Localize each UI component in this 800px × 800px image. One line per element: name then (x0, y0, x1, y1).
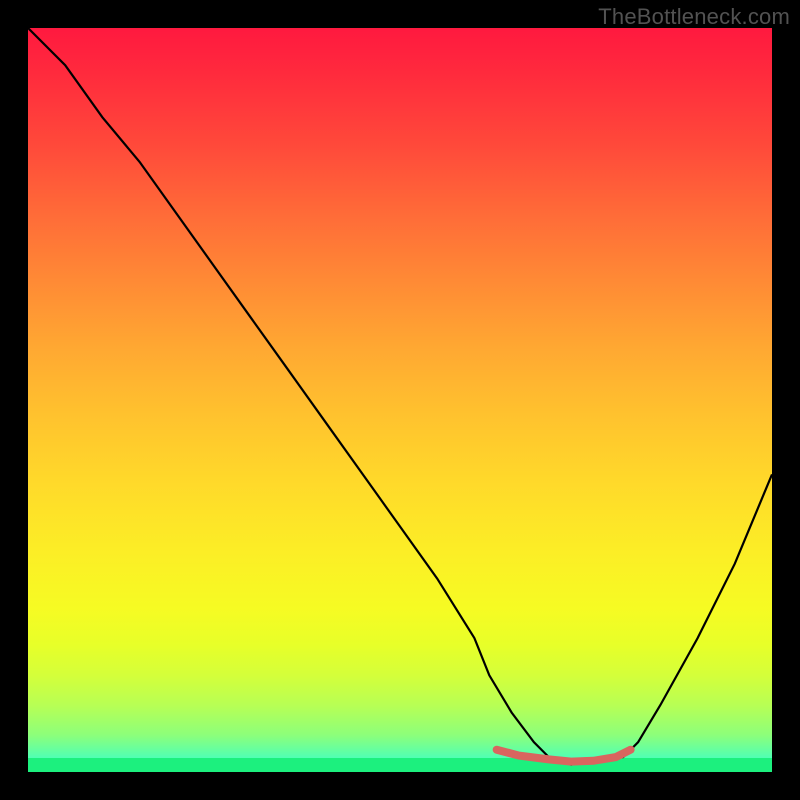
bottleneck-curve (28, 28, 772, 772)
plot-area (28, 28, 772, 772)
chart-frame: TheBottleneck.com (0, 0, 800, 800)
watermark-text: TheBottleneck.com (598, 4, 790, 30)
